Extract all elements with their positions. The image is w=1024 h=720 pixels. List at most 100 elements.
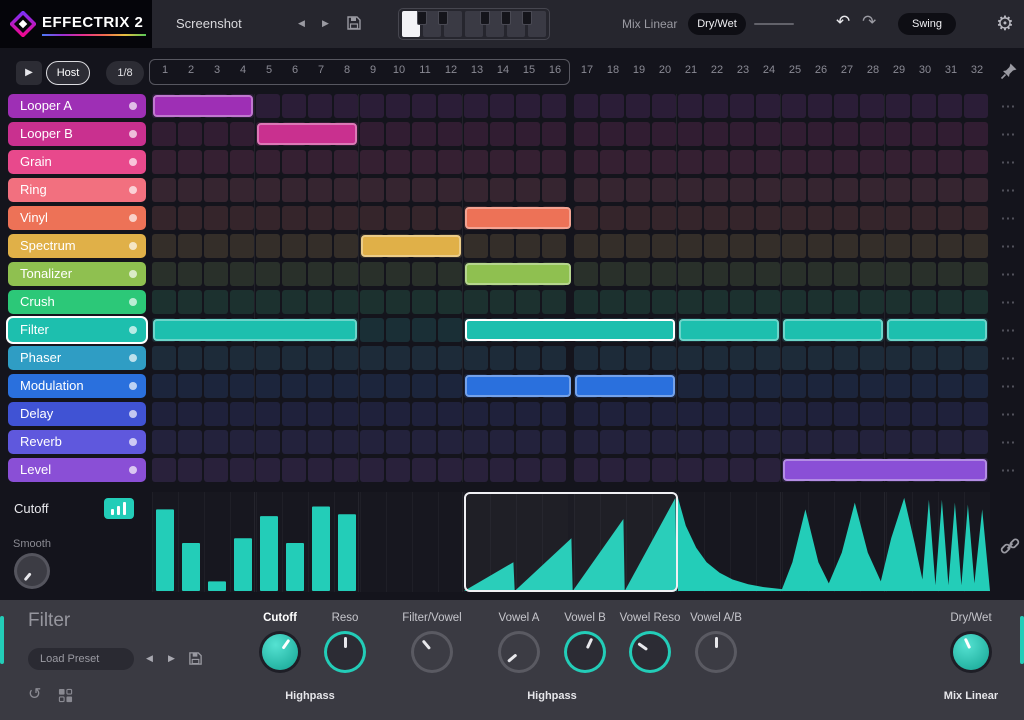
grid-cell[interactable] — [438, 206, 462, 230]
grid-cell[interactable] — [464, 122, 488, 146]
grid-cell[interactable] — [860, 150, 884, 174]
grid-cell[interactable] — [626, 346, 650, 370]
grid-cell[interactable] — [756, 206, 780, 230]
grid-cell[interactable] — [360, 374, 384, 398]
reset-icon[interactable]: ↺ — [28, 684, 41, 704]
grid-cell[interactable] — [360, 346, 384, 370]
grid-cell[interactable] — [308, 94, 332, 118]
grid-cell[interactable] — [782, 94, 806, 118]
grid-cell[interactable] — [412, 402, 436, 426]
grid-cell[interactable] — [490, 234, 514, 258]
row-menu-ellipsis-icon[interactable]: ⋯ — [996, 153, 1020, 171]
grid-cell[interactable] — [308, 206, 332, 230]
grid-cell[interactable] — [438, 290, 462, 314]
grid-cell[interactable] — [542, 290, 566, 314]
grid-cell[interactable] — [600, 458, 624, 482]
sequencer-block[interactable] — [783, 319, 883, 341]
grid-cell[interactable] — [204, 374, 228, 398]
grid-cell[interactable] — [308, 374, 332, 398]
grid-cell[interactable] — [886, 290, 910, 314]
grid-cell[interactable] — [308, 430, 332, 454]
grid-cell[interactable] — [334, 346, 358, 370]
grid-cell[interactable] — [308, 402, 332, 426]
grid-cell[interactable] — [152, 122, 176, 146]
grid-cell[interactable] — [516, 290, 540, 314]
track-label-crush[interactable]: Crush — [8, 290, 146, 314]
grid-cell[interactable] — [256, 346, 280, 370]
grid-cell[interactable] — [334, 430, 358, 454]
grid-cell[interactable] — [964, 402, 988, 426]
grid-cell[interactable] — [600, 122, 624, 146]
grid-cell[interactable] — [678, 374, 702, 398]
grid-cell[interactable] — [178, 122, 202, 146]
track-state-dot[interactable] — [129, 410, 137, 418]
grid-cell[interactable] — [412, 178, 436, 202]
grid-cell[interactable] — [600, 290, 624, 314]
row-menu-ellipsis-icon[interactable]: ⋯ — [996, 237, 1020, 255]
grid-cell[interactable] — [964, 206, 988, 230]
grid-cell[interactable] — [938, 290, 962, 314]
track-label-delay[interactable]: Delay — [8, 402, 146, 426]
grid-cell[interactable] — [704, 262, 728, 286]
grid-cell[interactable] — [964, 290, 988, 314]
grid-cell[interactable] — [652, 150, 676, 174]
grid-cell[interactable] — [412, 290, 436, 314]
grid-cell[interactable] — [600, 94, 624, 118]
grid-cell[interactable] — [574, 458, 598, 482]
grid-cell[interactable] — [834, 290, 858, 314]
track-label-vinyl[interactable]: Vinyl — [8, 206, 146, 230]
grid-cell[interactable] — [730, 402, 754, 426]
grid-cell[interactable] — [678, 234, 702, 258]
grid-cell[interactable] — [438, 122, 462, 146]
grid-cell[interactable] — [912, 150, 936, 174]
grid-cell[interactable] — [782, 150, 806, 174]
grid-cell[interactable] — [756, 290, 780, 314]
grid-cell[interactable] — [652, 206, 676, 230]
grid-cell[interactable] — [204, 458, 228, 482]
grid-cell[interactable] — [834, 374, 858, 398]
grid-cell[interactable] — [360, 122, 384, 146]
grid-cell[interactable] — [730, 178, 754, 202]
grid-cell[interactable] — [230, 458, 254, 482]
grid-cell[interactable] — [860, 206, 884, 230]
grid-cell[interactable] — [886, 402, 910, 426]
grid-cell[interactable] — [282, 430, 306, 454]
sequencer-block[interactable] — [887, 319, 987, 341]
grid-cell[interactable] — [490, 290, 514, 314]
grid-cell[interactable] — [334, 262, 358, 286]
fx-preset-save-icon[interactable] — [188, 651, 203, 666]
grid-cell[interactable] — [178, 430, 202, 454]
swing-button[interactable]: Swing — [898, 13, 956, 35]
grid-cell[interactable] — [490, 430, 514, 454]
grid-cell[interactable] — [782, 178, 806, 202]
track-state-dot[interactable] — [129, 466, 137, 474]
sequencer-block[interactable] — [679, 319, 779, 341]
grid-cell[interactable] — [626, 262, 650, 286]
grid-cell[interactable] — [704, 346, 728, 370]
sequencer-block[interactable] — [465, 263, 571, 285]
grid-cell[interactable] — [782, 290, 806, 314]
pattern-black-key[interactable] — [501, 11, 511, 25]
track-label-looper-b[interactable]: Looper B — [8, 122, 146, 146]
grid-cell[interactable] — [600, 206, 624, 230]
grid-cell[interactable] — [256, 458, 280, 482]
grid-cell[interactable] — [938, 122, 962, 146]
grid-cell[interactable] — [756, 178, 780, 202]
grid-cell[interactable] — [860, 346, 884, 370]
grid-cell[interactable] — [360, 178, 384, 202]
grid-cell[interactable] — [574, 94, 598, 118]
grid-cell[interactable] — [782, 206, 806, 230]
grid-cell[interactable] — [574, 402, 598, 426]
track-label-level[interactable]: Level — [8, 458, 146, 482]
grid-cell[interactable] — [756, 122, 780, 146]
grid-cell[interactable] — [438, 402, 462, 426]
grid-cell[interactable] — [490, 150, 514, 174]
grid-cell[interactable] — [282, 94, 306, 118]
grid-cell[interactable] — [704, 374, 728, 398]
preset-save-icon[interactable] — [346, 15, 362, 31]
grid-cell[interactable] — [730, 94, 754, 118]
randomize-grid-icon[interactable] — [58, 688, 73, 703]
grid-cell[interactable] — [626, 458, 650, 482]
grid-cell[interactable] — [600, 346, 624, 370]
grid-cell[interactable] — [834, 346, 858, 370]
